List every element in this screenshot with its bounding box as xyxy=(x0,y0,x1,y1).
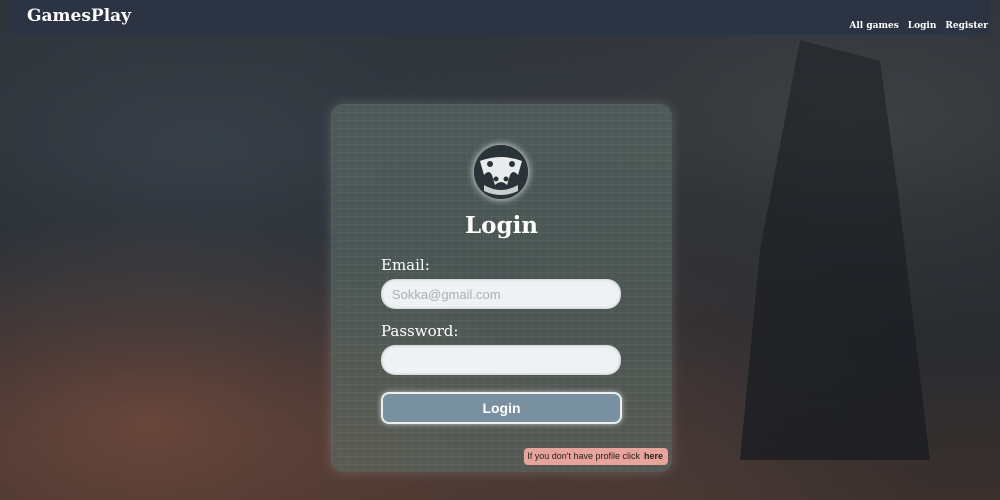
brand-title[interactable]: GamesPlay xyxy=(27,6,131,26)
register-hint: If you don't have profile click here xyxy=(524,448,668,465)
form-title: Login xyxy=(464,212,539,239)
register-hint-text: If you don't have profile click xyxy=(527,451,640,461)
nav-link-all-games[interactable]: All games xyxy=(849,21,898,31)
background-scenery xyxy=(740,40,930,460)
register-link[interactable]: here xyxy=(644,451,663,461)
login-button[interactable]: Login xyxy=(381,392,622,424)
nav-links: All games Login Register xyxy=(849,21,988,31)
email-field[interactable] xyxy=(381,279,621,309)
password-label: Password: xyxy=(381,322,459,340)
nav-link-login[interactable]: Login xyxy=(908,21,937,31)
gamepad-badge-icon xyxy=(474,145,528,199)
password-field[interactable] xyxy=(381,345,621,375)
email-label: Email: xyxy=(381,256,430,274)
nav-link-register[interactable]: Register xyxy=(945,21,988,31)
top-navbar: GamesPlay All games Login Register xyxy=(10,0,990,35)
login-card: Login Email: Password: Login If you don'… xyxy=(331,104,672,472)
